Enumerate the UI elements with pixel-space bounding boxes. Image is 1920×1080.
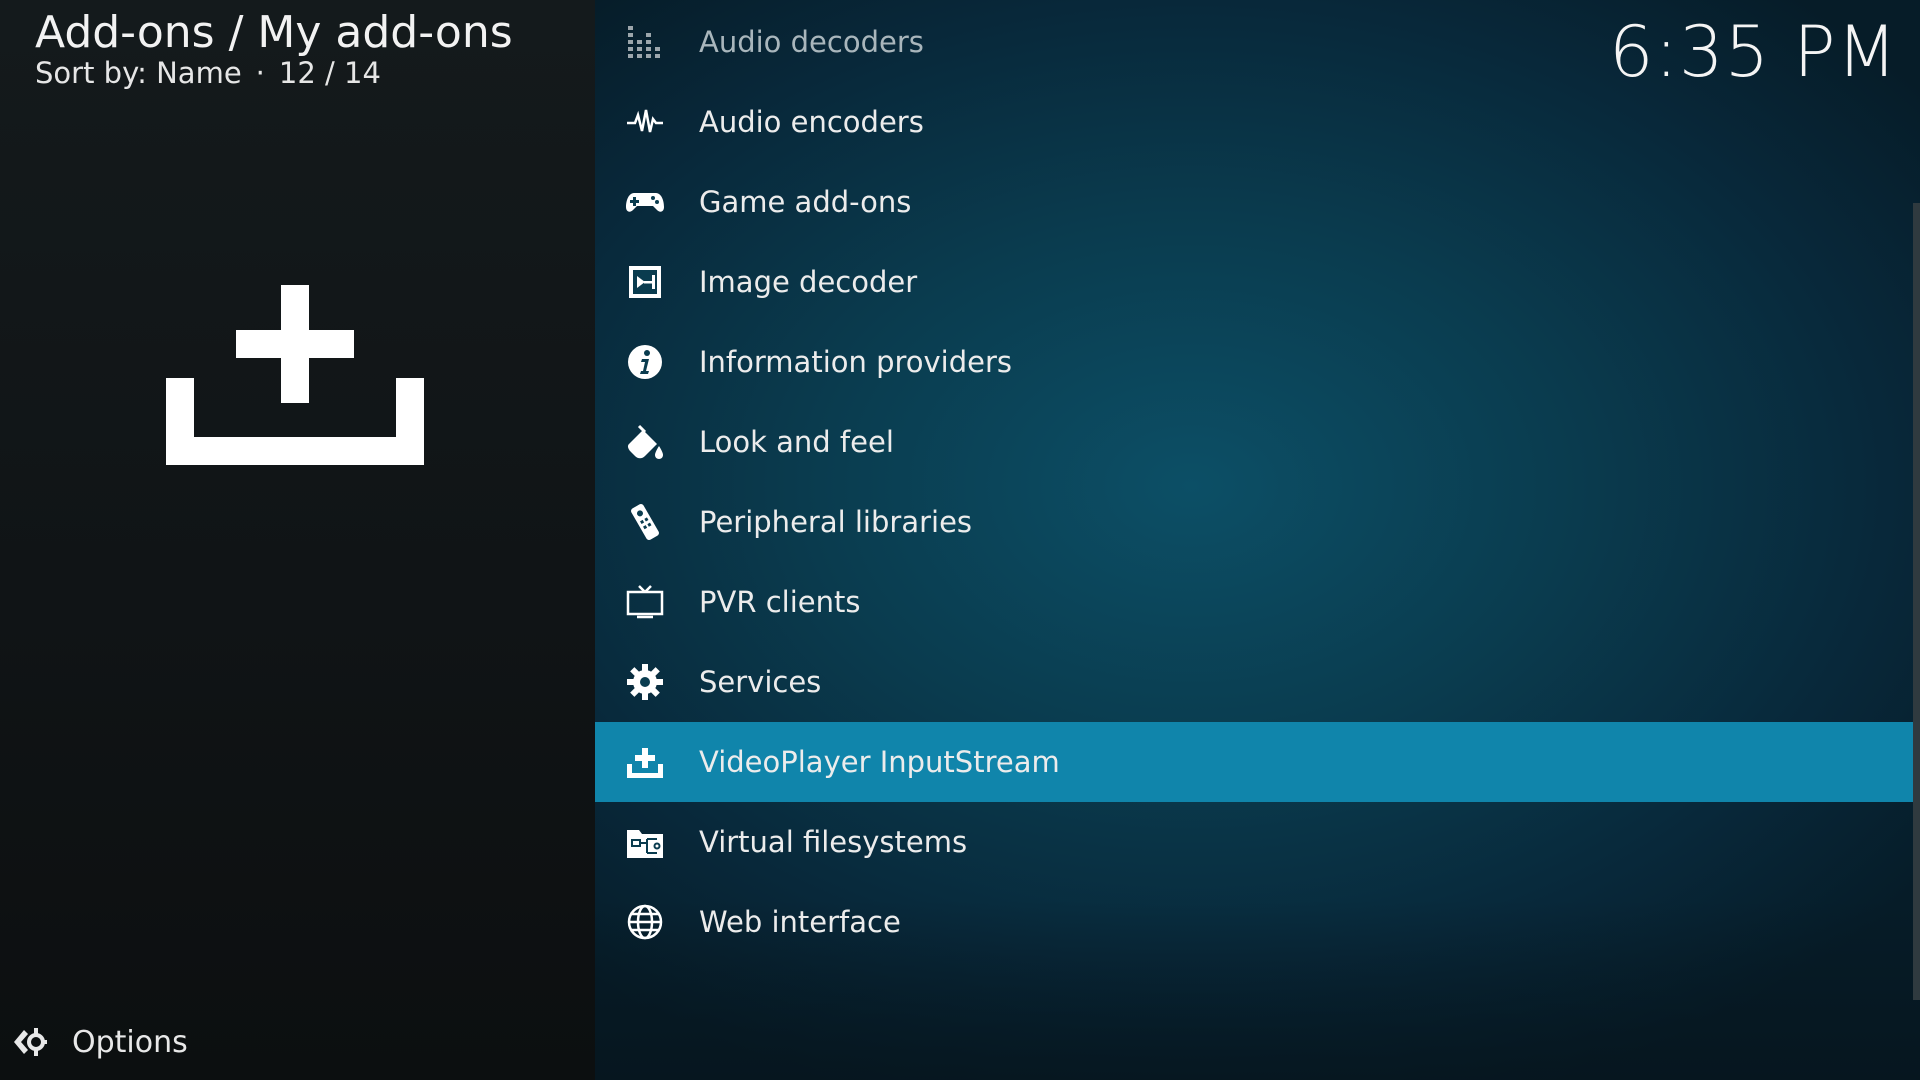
equalizer-icon	[625, 22, 665, 62]
list-item-label: Look and feel	[699, 425, 894, 459]
sort-info: Sort by: Name · 12 / 14	[35, 54, 381, 92]
list-item-game-addons[interactable]: Game add-ons	[595, 162, 1913, 242]
tv-icon	[625, 582, 665, 622]
list-item-label: Virtual filesystems	[699, 825, 968, 859]
sort-label: Sort by: Name	[35, 56, 242, 90]
separator: ·	[255, 56, 265, 90]
list-item-services[interactable]: Services	[595, 642, 1913, 722]
list-item-label: Audio encoders	[699, 105, 924, 139]
paint-bucket-icon	[625, 422, 665, 462]
options-icon	[14, 1028, 47, 1056]
image-decoder-icon	[625, 262, 665, 302]
list-item-peripheral-libraries[interactable]: Peripheral libraries	[595, 482, 1913, 562]
remote-control-icon	[625, 502, 665, 542]
filesystem-icon	[625, 822, 665, 862]
info-panel: Add-ons / My add-ons Sort by: Name · 12 / …	[0, 0, 595, 1080]
list-item-label: VideoPlayer InputStream	[699, 745, 1060, 779]
options-button[interactable]: Options	[12, 1022, 188, 1062]
list-item-label: Web interface	[699, 905, 901, 939]
item-position: 12 / 14	[278, 56, 381, 90]
list-item-label: Information providers	[699, 345, 1013, 379]
list-item-label: Peripheral libraries	[699, 505, 973, 539]
list-item-label: Game add-ons	[699, 185, 912, 219]
info-icon	[625, 342, 665, 382]
clock: 6:35 PM	[1608, 11, 1898, 93]
list-item-label: Services	[699, 665, 822, 699]
kodi-addons-screen: Add-ons / My add-ons Sort by: Name · 12 / …	[0, 0, 1920, 1080]
list-item-virtual-filesystems[interactable]: Virtual filesystems	[595, 802, 1913, 882]
list-scrollbar[interactable]	[1913, 203, 1920, 1000]
list-item-look-and-feel[interactable]: Look and feel	[595, 402, 1913, 482]
list-item-image-decoder[interactable]: Image decoder	[595, 242, 1913, 322]
list-item-label: PVR clients	[699, 585, 861, 619]
list-item-information-providers[interactable]: Information providers	[595, 322, 1913, 402]
addon-list-panel: 6:35 PM Audio decoders Audio encoders Ga…	[595, 0, 1920, 1080]
waveform-icon	[625, 102, 665, 142]
inputstream-large-icon	[166, 285, 424, 465]
list-item-videoplayer-inputstream[interactable]: VideoPlayer InputStream	[595, 722, 1913, 802]
inputstream-icon	[625, 742, 665, 782]
gear-icon	[625, 662, 665, 702]
globe-icon	[625, 902, 665, 942]
list-item-label: Image decoder	[699, 265, 918, 299]
list-item-pvr-clients[interactable]: PVR clients	[595, 562, 1913, 642]
list-item-audio-encoders[interactable]: Audio encoders	[595, 82, 1913, 162]
list-item-label: Audio decoders	[699, 25, 924, 59]
gamepad-icon	[625, 182, 665, 222]
list-item-web-interface[interactable]: Web interface	[595, 882, 1913, 962]
options-label: Options	[72, 1024, 188, 1060]
